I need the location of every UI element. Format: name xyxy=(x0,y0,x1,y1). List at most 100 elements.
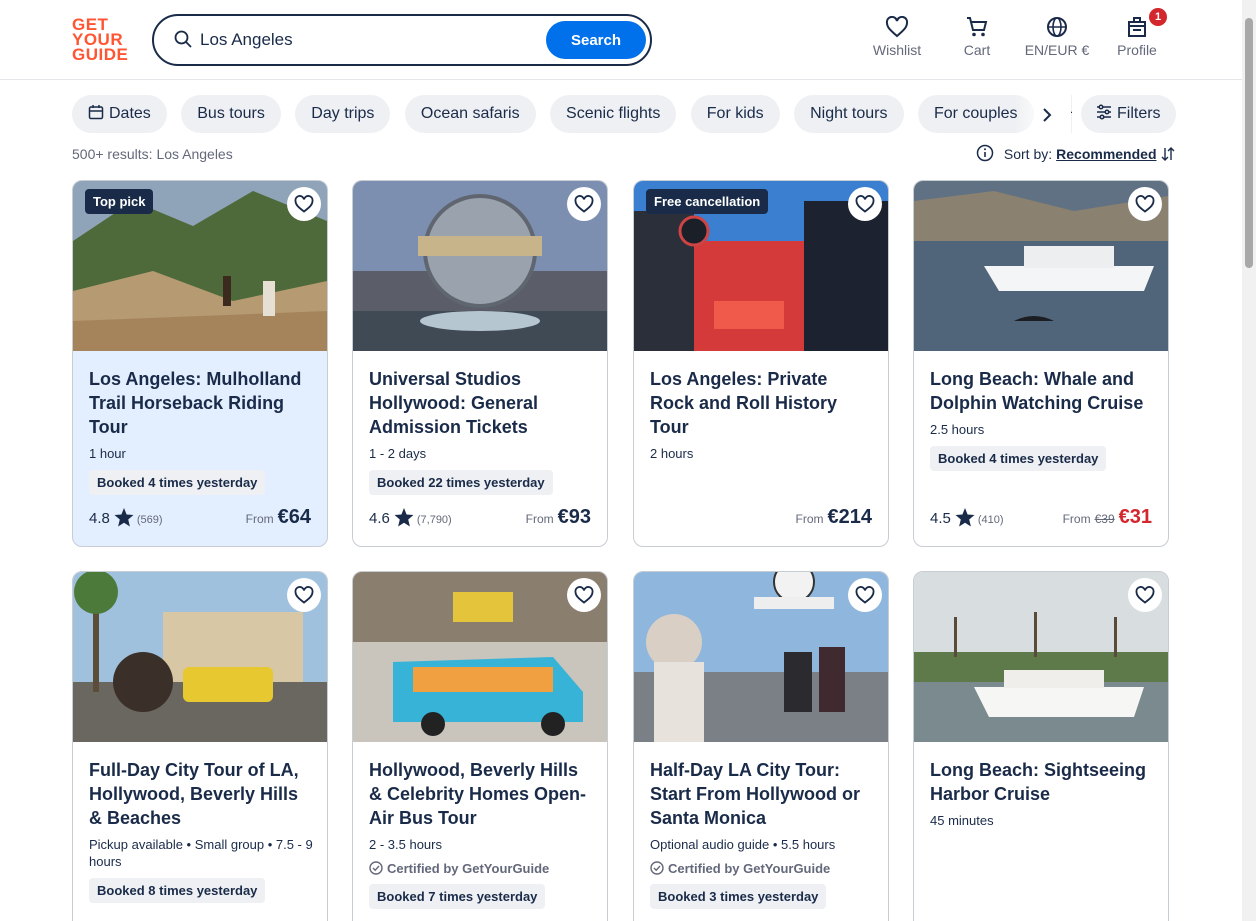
logo[interactable]: GET YOUR GUIDE xyxy=(72,16,132,64)
wishlist-button[interactable] xyxy=(567,578,601,612)
activity-card[interactable]: Hollywood, Beverly Hills & Celebrity Hom… xyxy=(352,571,608,921)
wishlist-button[interactable] xyxy=(848,578,882,612)
card-footer: From €214 xyxy=(650,506,873,530)
activity-card[interactable]: Long Beach: Sightseeing Harbor Cruise 45… xyxy=(913,571,1169,921)
wishlist-link[interactable]: Wishlist xyxy=(852,16,942,58)
wishlist-button[interactable] xyxy=(567,187,601,221)
heart-icon xyxy=(855,586,875,604)
certified-text: Certified by GetYourGuide xyxy=(668,861,831,876)
language-label: EN/EUR € xyxy=(1024,42,1090,58)
heart-icon xyxy=(574,586,594,604)
activity-card[interactable]: Universal Studios Hollywood: General Adm… xyxy=(352,180,608,547)
wishlist-button[interactable] xyxy=(287,187,321,221)
booked-badge: Booked 8 times yesterday xyxy=(89,878,266,903)
info-icon xyxy=(976,144,994,162)
activity-card[interactable]: Full-Day City Tour of LA, Hollywood, Bev… xyxy=(72,571,328,921)
search-input[interactable] xyxy=(200,28,530,52)
price: From €39 €31 xyxy=(1063,506,1152,529)
cart-link[interactable]: Cart xyxy=(932,16,1022,58)
scrollbar-thumb[interactable] xyxy=(1245,18,1253,268)
card-footer: 4.6 (7,790) From €93 xyxy=(369,506,591,530)
language-link[interactable]: EN/EUR € xyxy=(1012,16,1102,58)
wishlist-button[interactable] xyxy=(1128,578,1162,612)
price-prefix: From xyxy=(1062,512,1091,526)
activity-title[interactable]: Universal Studios Hollywood: General Adm… xyxy=(369,367,593,439)
sort-control[interactable]: Sort by: Recommended xyxy=(976,144,1176,164)
activity-title[interactable]: Los Angeles: Private Rock and Roll Histo… xyxy=(650,367,874,439)
price-value: €64 xyxy=(277,506,311,528)
chip-bus-tours[interactable]: Bus tours xyxy=(181,95,281,133)
activity-card[interactable]: Half-Day LA City Tour: Start From Hollyw… xyxy=(633,571,889,921)
filter-icon xyxy=(1097,104,1111,120)
wishlist-button[interactable] xyxy=(848,187,882,221)
heart-icon xyxy=(855,195,875,213)
chip-label: Dates xyxy=(109,105,151,122)
card-body: Los Angeles: Mulholland Trail Horseback … xyxy=(89,367,313,495)
filters-label: Filters xyxy=(1117,105,1161,122)
profile-label: Profile xyxy=(1117,42,1157,58)
card-body: Long Beach: Whale and Dolphin Watching C… xyxy=(930,367,1154,471)
rating: 4.5 (410) xyxy=(930,508,1004,527)
wishlist-button[interactable] xyxy=(1128,187,1162,221)
rating-value: 4.8 xyxy=(89,510,110,527)
star-icon xyxy=(394,508,414,527)
chip-for-kids[interactable]: For kids xyxy=(690,95,780,133)
chip-scenic-flights[interactable]: Scenic flights xyxy=(550,95,677,133)
chevron-right-icon[interactable] xyxy=(1036,104,1058,126)
price-prefix: From xyxy=(245,512,274,526)
cart-label: Cart xyxy=(963,42,991,58)
search-button[interactable]: Search xyxy=(546,21,646,59)
chip-dates[interactable]: Dates xyxy=(72,95,167,133)
logo-line: GUIDE xyxy=(72,45,129,64)
rating: 4.8 (569) xyxy=(89,508,163,527)
booked-badge: Booked 4 times yesterday xyxy=(89,470,266,495)
heart-icon xyxy=(1135,586,1155,604)
chip-ocean-safaris[interactable]: Ocean safaris xyxy=(404,95,536,133)
booked-badge: Booked 22 times yesterday xyxy=(369,470,553,495)
review-count: (410) xyxy=(977,514,1004,526)
activity-card[interactable]: Long Beach: Whale and Dolphin Watching C… xyxy=(913,180,1169,547)
sort-label: Sort by: xyxy=(1003,146,1053,162)
chip-day-trips[interactable]: Day trips xyxy=(295,95,391,133)
header: GET YOUR GUIDE Search Wishlist Cart EN/E… xyxy=(0,0,1256,80)
booked-badge: Booked 7 times yesterday xyxy=(369,884,546,909)
activity-title[interactable]: Long Beach: Whale and Dolphin Watching C… xyxy=(930,367,1154,415)
activity-duration: 2.5 hours xyxy=(930,422,985,437)
activity-title[interactable]: Full-Day City Tour of LA, Hollywood, Bev… xyxy=(89,758,313,830)
activity-title[interactable]: Half-Day LA City Tour: Start From Hollyw… xyxy=(650,758,874,830)
activity-duration: 1 hour xyxy=(89,446,126,461)
activity-duration: Optional audio guide • 5.5 hours xyxy=(650,837,836,852)
chip-night-tours[interactable]: Night tours xyxy=(794,95,904,133)
card-footer: 4.8 (569) From €64 xyxy=(89,506,311,530)
certified-check-icon xyxy=(650,861,664,875)
heart-icon xyxy=(885,16,909,38)
card-body: Los Angeles: Private Rock and Roll Histo… xyxy=(650,367,874,462)
card-body: Long Beach: Sightseeing Harbor Cruise 45… xyxy=(930,758,1154,829)
wishlist-button[interactable] xyxy=(287,578,321,612)
heart-icon xyxy=(574,195,594,213)
price-value: €31 xyxy=(1118,506,1152,528)
sort-value[interactable]: Recommended xyxy=(1056,146,1156,162)
profile-link[interactable]: Profile 1 xyxy=(1092,8,1182,58)
activity-duration: Pickup available • Small group • 7.5 - 9… xyxy=(89,837,313,869)
activity-title[interactable]: Hollywood, Beverly Hills & Celebrity Hom… xyxy=(369,758,593,830)
top-pick-badge: Top pick xyxy=(85,189,154,214)
search-bar: Search xyxy=(152,14,652,66)
filters-button[interactable]: Filters xyxy=(1081,95,1176,133)
free-cancellation-badge: Free cancellation xyxy=(646,189,769,214)
activity-card[interactable]: Top pick Los Angeles: Mulholland Trail H… xyxy=(72,180,328,547)
scrollbar[interactable] xyxy=(1242,0,1256,921)
notification-badge: 1 xyxy=(1149,8,1167,26)
sort-icon[interactable] xyxy=(1160,146,1176,162)
price: From €64 xyxy=(246,506,311,529)
heart-icon xyxy=(294,586,314,604)
activity-card[interactable]: Free cancellation Los Angeles: Private R… xyxy=(633,180,889,547)
rating-value: 4.6 xyxy=(369,510,390,527)
certified-label: Certified by GetYourGuide xyxy=(369,861,593,876)
price: From €93 xyxy=(526,506,591,529)
activity-duration: 2 hours xyxy=(650,446,694,461)
activity-title[interactable]: Long Beach: Sightseeing Harbor Cruise xyxy=(930,758,1154,806)
activity-title[interactable]: Los Angeles: Mulholland Trail Horseback … xyxy=(89,367,313,439)
cart-icon xyxy=(967,17,988,37)
card-body: Hollywood, Beverly Hills & Celebrity Hom… xyxy=(369,758,593,909)
